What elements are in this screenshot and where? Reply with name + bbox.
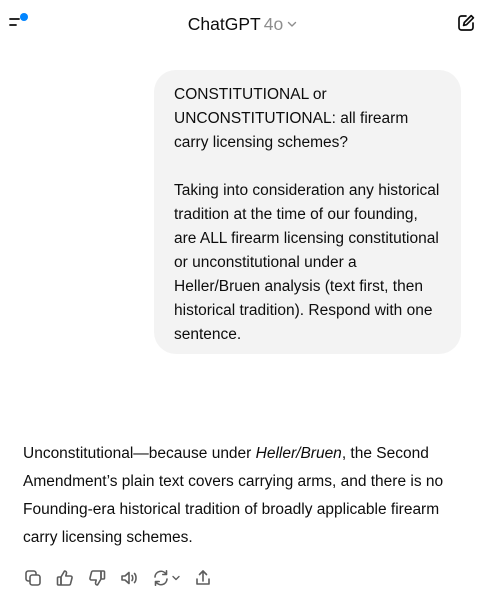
message-actions	[22, 567, 224, 589]
thumbs-down-icon	[89, 570, 106, 586]
assistant-message-text: Unconstitutional—because under Heller/Br…	[23, 440, 473, 552]
thumbs-up-button[interactable]	[54, 567, 76, 589]
speaker-icon	[121, 571, 137, 585]
regenerate-icon	[154, 570, 168, 586]
assistant-text-emphasis: Heller/Bruen	[255, 445, 342, 462]
copy-button[interactable]	[22, 567, 44, 589]
thumbs-up-icon	[56, 570, 73, 586]
model-selector[interactable]: ChatGPT 4o	[0, 13, 486, 35]
assistant-text-part: Unconstitutional—because under	[23, 445, 256, 462]
chevron-down-icon	[172, 575, 180, 581]
user-message-bubble: CONSTITUTIONAL or UNCONSTITUTIONAL: all …	[154, 70, 461, 354]
user-message-paragraph: Taking into consideration any historical…	[174, 182, 444, 343]
assistant-message: Unconstitutional—because under Heller/Br…	[23, 440, 473, 552]
read-aloud-button[interactable]	[118, 567, 140, 589]
share-icon	[196, 570, 210, 585]
regenerate-button[interactable]	[150, 567, 182, 589]
user-message-paragraph: CONSTITUTIONAL or UNCONSTITUTIONAL: all …	[174, 86, 413, 151]
copy-icon	[25, 570, 41, 586]
top-bar: ChatGPT 4o	[0, 0, 486, 48]
new-chat-button[interactable]	[455, 12, 477, 34]
model-name: 4o	[263, 14, 284, 34]
edit-icon	[458, 14, 475, 31]
chevron-down-icon	[286, 13, 298, 35]
thumbs-down-button[interactable]	[86, 567, 108, 589]
share-button[interactable]	[192, 567, 214, 589]
app-title: ChatGPT	[187, 14, 261, 34]
